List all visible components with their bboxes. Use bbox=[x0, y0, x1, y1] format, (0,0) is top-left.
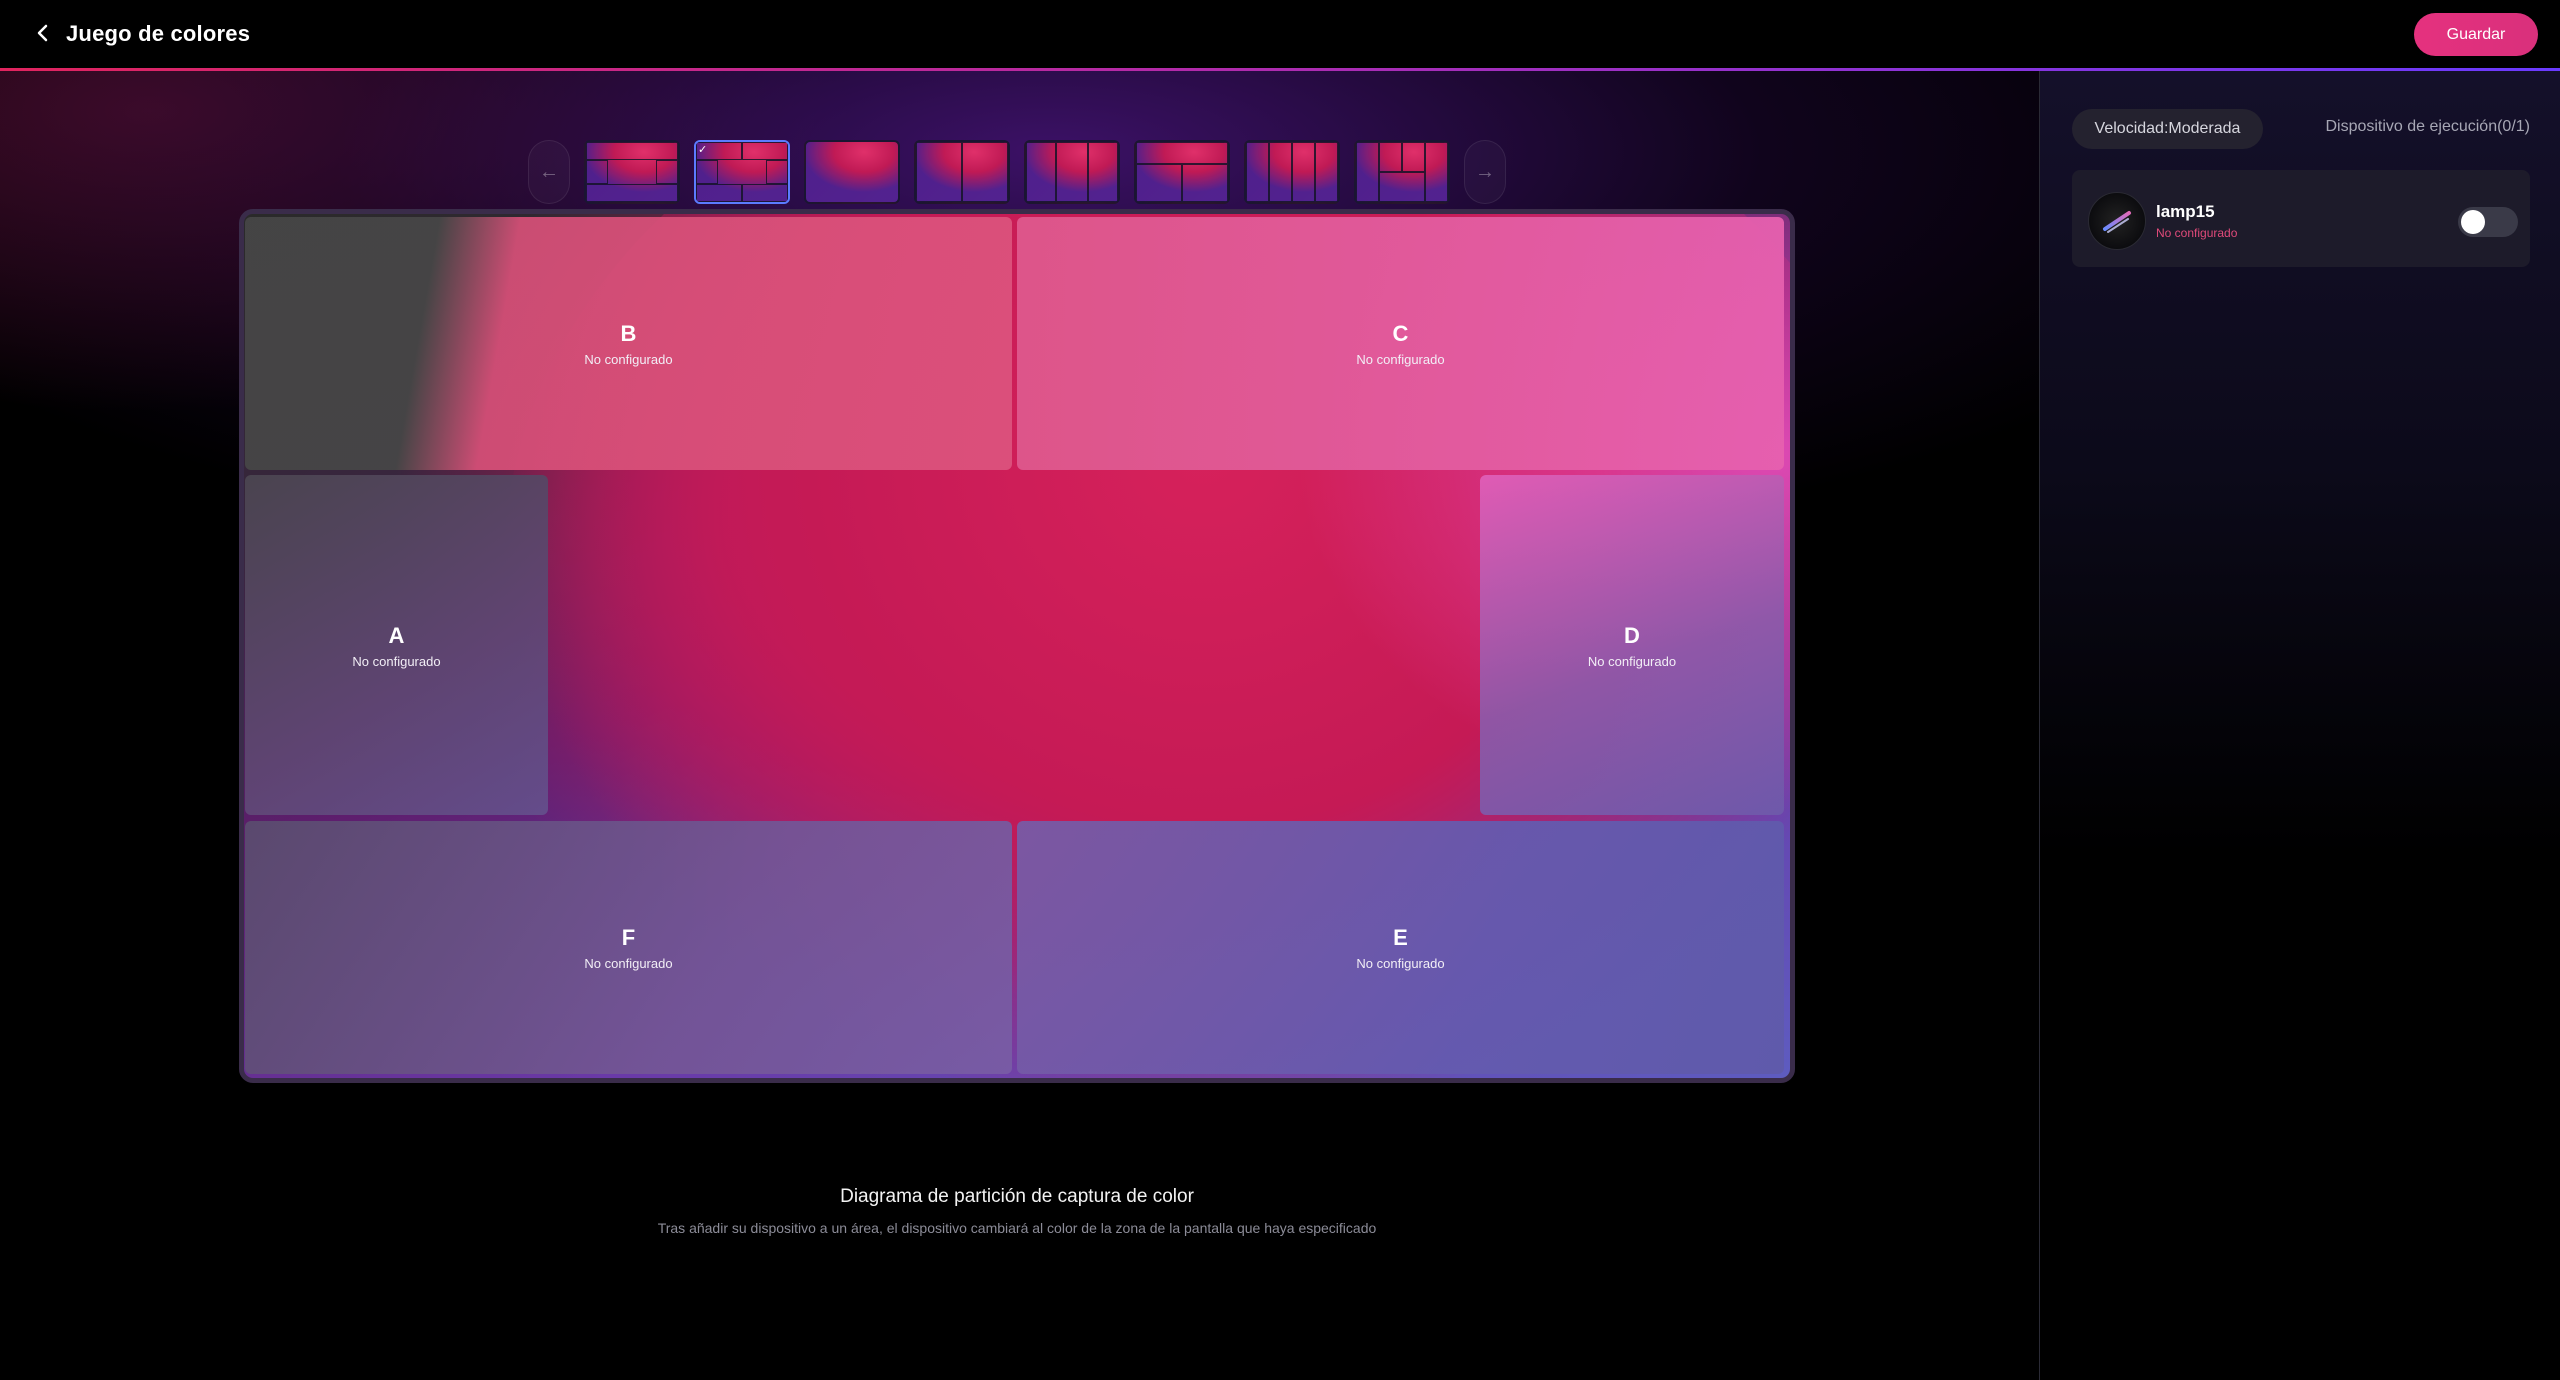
device-count-label: Dispositivo de ejecución(0/1) bbox=[2325, 118, 2530, 135]
zone-letter: C bbox=[1392, 321, 1409, 346]
zone-status: No configurado bbox=[584, 956, 673, 971]
device-toggle[interactable] bbox=[2458, 207, 2518, 237]
zone-status: No configurado bbox=[584, 352, 673, 367]
zone-e[interactable]: E No configurado bbox=[1017, 821, 1784, 1074]
device-name: lamp15 bbox=[2156, 202, 2215, 221]
layout-thumb[interactable] bbox=[1244, 140, 1340, 204]
page-title: Juego de colores bbox=[66, 21, 251, 46]
lamp-device-icon bbox=[2088, 192, 2146, 250]
check-icon: ✓ bbox=[698, 144, 708, 156]
zone-letter: F bbox=[621, 925, 636, 950]
layout-thumb-selected[interactable]: ✓ bbox=[694, 140, 790, 204]
zone-status: No configurado bbox=[1356, 956, 1445, 971]
zone-status: No configurado bbox=[1356, 352, 1445, 367]
zone-letter: B bbox=[620, 321, 637, 346]
toggle-knob bbox=[2461, 210, 2485, 234]
device-status: No configurado bbox=[2156, 226, 2238, 240]
layout-thumb[interactable] bbox=[1354, 140, 1450, 204]
zone-letter: A bbox=[388, 622, 405, 648]
chevron-left-icon bbox=[37, 24, 48, 42]
layout-thumb[interactable] bbox=[804, 140, 900, 204]
device-card[interactable]: lamp15 No configurado bbox=[2072, 170, 2530, 267]
arrow-left-icon: ← bbox=[539, 160, 559, 183]
device-panel bbox=[2040, 71, 2560, 1380]
save-button[interactable]: Guardar bbox=[2414, 13, 2538, 56]
zone-c[interactable]: C No configurado bbox=[1017, 217, 1784, 470]
zone-status: No configurado bbox=[352, 653, 441, 669]
header-bar: Juego de colores Guardar bbox=[0, 0, 2560, 68]
zone-letter: E bbox=[1393, 925, 1408, 950]
zone-f[interactable]: F No configurado bbox=[245, 821, 1012, 1074]
prev-layout-button[interactable]: ← bbox=[528, 140, 570, 204]
speed-selector[interactable]: Velocidad:Moderada bbox=[2072, 109, 2263, 149]
zone-letter: D bbox=[1624, 622, 1640, 648]
zone-b[interactable]: B No configurado bbox=[245, 217, 1012, 470]
next-layout-button[interactable]: → bbox=[1464, 140, 1506, 204]
arrow-right-icon: → bbox=[1475, 160, 1495, 183]
layout-thumb[interactable] bbox=[1024, 140, 1120, 204]
diagram-subcaption: Tras añadir su dispositivo a un área, el… bbox=[657, 1220, 1377, 1236]
layout-thumb[interactable] bbox=[584, 140, 680, 204]
layout-thumb[interactable] bbox=[1134, 140, 1230, 204]
zone-status: No configurado bbox=[1587, 653, 1677, 669]
zone-d[interactable]: D No configurado bbox=[1480, 475, 1784, 815]
zone-a[interactable]: A No configurado bbox=[245, 475, 548, 815]
screen-partition-diagram: B No configurado C No configurado A No c… bbox=[239, 209, 1795, 1083]
diagram-caption: Diagrama de partición de captura de colo… bbox=[840, 1186, 1194, 1207]
layout-thumb[interactable] bbox=[914, 140, 1010, 204]
back-button[interactable] bbox=[28, 18, 58, 48]
